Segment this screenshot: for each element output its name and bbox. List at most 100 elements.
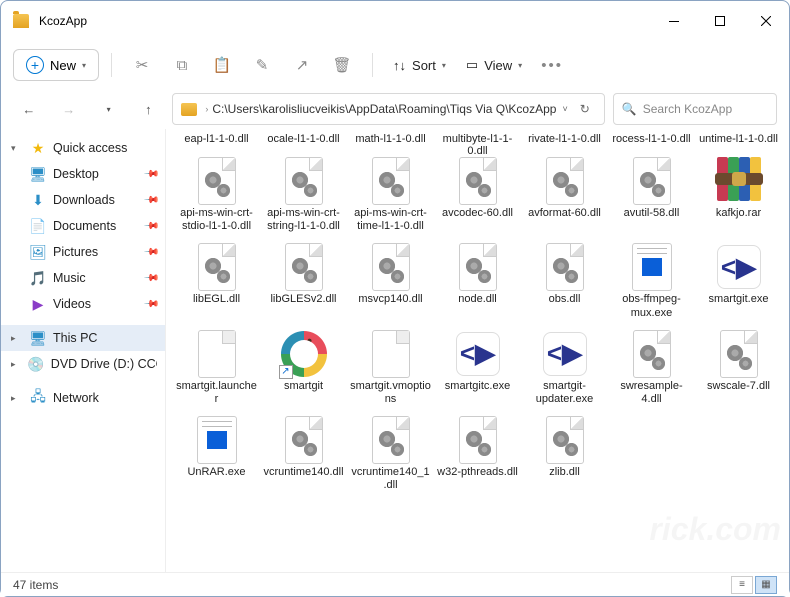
window-title: KcozApp: [39, 14, 87, 28]
minimize-button[interactable]: [651, 1, 697, 41]
sidebar-item-desktop[interactable]: 🖥 Desktop 📌: [1, 161, 165, 187]
desktop-icon: 🖥: [29, 166, 47, 183]
file-item[interactable]: obs.dll: [522, 239, 607, 321]
file-item[interactable]: avcodec-60.dll: [435, 153, 520, 235]
file-icon: [711, 155, 767, 207]
file-icon: [189, 241, 245, 293]
search-input[interactable]: 🔍 Search KcozApp: [613, 93, 777, 125]
sidebar-item-videos[interactable]: ▶ Videos 📌: [1, 291, 165, 317]
file-icon: [624, 155, 680, 207]
file-icon: [450, 241, 506, 293]
details-view-button[interactable]: ≡: [731, 576, 753, 594]
file-item[interactable]: api-ms-win-crt-time-l1-1-0.dll: [348, 153, 433, 235]
maximize-button[interactable]: [697, 1, 743, 41]
file-item[interactable]: msvcp140.dll: [348, 239, 433, 321]
sidebar-item-label: Music: [53, 271, 86, 285]
sort-button[interactable]: ↑↓ Sort ▾: [385, 52, 454, 79]
file-item[interactable]: api-ms-win-crt-string-l1-1-0.dll: [261, 153, 346, 235]
file-icon: [276, 414, 332, 466]
file-item[interactable]: UnRAR.exe: [174, 412, 259, 494]
sidebar-item-documents[interactable]: 📄 Documents 📌: [1, 213, 165, 239]
sidebar-item-music[interactable]: 🎵 Music 📌: [1, 265, 165, 291]
file-label: smartgit-updater.exe: [524, 380, 605, 406]
view-button[interactable]: ▭ View ▾: [458, 51, 530, 79]
file-pane[interactable]: eap-l1-1-0.dllocale-l1-1-0.dllmath-l1-1-…: [166, 129, 789, 576]
file-item[interactable]: smartgit.launcher: [174, 326, 259, 408]
file-item[interactable]: <▶smartgitc.exe: [435, 326, 520, 408]
file-item[interactable]: <▶smartgit.exe: [696, 239, 781, 321]
file-item[interactable]: obs-ffmpeg-mux.exe: [609, 239, 694, 321]
sidebar-item-pictures[interactable]: 🖼 Pictures 📌: [1, 239, 165, 265]
file-item[interactable]: smartgit.vmoptions: [348, 326, 433, 408]
file-label: UnRAR.exe: [187, 466, 245, 479]
cut-icon[interactable]: ✂: [124, 47, 160, 83]
paste-icon[interactable]: 📋: [204, 47, 240, 83]
sidebar-dvd[interactable]: ▸ 💿 DVD Drive (D:) CCCC: [1, 351, 165, 377]
folder-icon: [181, 103, 197, 116]
back-button[interactable]: ←: [13, 93, 45, 125]
view-label: View: [484, 58, 512, 73]
plus-icon: +: [26, 56, 44, 74]
close-button[interactable]: [743, 1, 789, 41]
titlebar: KcozApp: [1, 1, 789, 41]
file-icon: [276, 155, 332, 207]
pin-icon: 📌: [142, 244, 159, 261]
file-label: smartgit.vmoptions: [350, 380, 431, 406]
chevron-right-icon: ▸: [11, 359, 21, 370]
pc-icon: 🖥: [29, 330, 47, 347]
file-item[interactable]: vcruntime140_1.dll: [348, 412, 433, 494]
file-item[interactable]: ↗smartgit: [261, 326, 346, 408]
chevron-down-icon[interactable]: ˅: [556, 104, 573, 114]
statusbar: 47 items ≡ ▦: [1, 572, 789, 596]
file-item[interactable]: kafkjo.rar: [696, 153, 781, 235]
address-bar[interactable]: › C:\Users\karolisliucveikis\AppData\Roa…: [172, 93, 604, 125]
sidebar-item-downloads[interactable]: ⬇ Downloads 📌: [1, 187, 165, 213]
delete-icon[interactable]: 🗑: [324, 47, 360, 83]
search-icon: 🔍: [622, 102, 637, 116]
share-icon[interactable]: ↗: [284, 47, 320, 83]
up-button[interactable]: ↑: [132, 93, 164, 125]
watermark: rick.com: [649, 511, 781, 548]
file-icon: <▶: [711, 241, 767, 293]
file-item[interactable]: api-ms-win-crt-stdio-l1-1-0.dll: [174, 153, 259, 235]
search-placeholder: Search KcozApp: [643, 102, 732, 116]
sidebar-quick-access[interactable]: ▾ ★ Quick access: [1, 135, 165, 161]
recent-button[interactable]: ▾: [93, 93, 125, 125]
sidebar-network[interactable]: ▸ 🖧 Network: [1, 385, 165, 411]
new-label: New: [50, 58, 76, 73]
file-item[interactable]: node.dll: [435, 239, 520, 321]
file-item[interactable]: w32-pthreads.dll: [435, 412, 520, 494]
file-item[interactable]: <▶smartgit-updater.exe: [522, 326, 607, 408]
file-label: msvcp140.dll: [358, 293, 422, 306]
file-item[interactable]: avutil-58.dll: [609, 153, 694, 235]
file-item[interactable]: libEGL.dll: [174, 239, 259, 321]
file-label: avcodec-60.dll: [442, 207, 513, 220]
file-label: vcruntime140_1.dll: [350, 466, 431, 492]
file-icon: [363, 241, 419, 293]
file-item[interactable]: vcruntime140.dll: [261, 412, 346, 494]
file-item[interactable]: libGLESv2.dll: [261, 239, 346, 321]
sidebar-this-pc[interactable]: ▸ 🖥 This PC: [1, 325, 165, 351]
copy-icon[interactable]: ⧉: [164, 47, 200, 83]
pin-icon: 📌: [142, 270, 159, 287]
new-button[interactable]: + New ▾: [13, 49, 99, 81]
chevron-down-icon: ▾: [442, 61, 446, 70]
address-path: C:\Users\karolisliucveikis\AppData\Roami…: [212, 102, 556, 116]
file-item[interactable]: zlib.dll: [522, 412, 607, 494]
sidebar-item-label: Pictures: [53, 245, 98, 259]
file-item[interactable]: swresample-4.dll: [609, 326, 694, 408]
file-item[interactable]: avformat-60.dll: [522, 153, 607, 235]
file-icon: [450, 155, 506, 207]
more-icon[interactable]: •••: [534, 47, 570, 83]
file-label: api-ms-win-crt-stdio-l1-1-0.dll: [176, 207, 257, 233]
forward-button[interactable]: →: [53, 93, 85, 125]
file-icon: ↗: [276, 328, 332, 380]
rename-icon[interactable]: ✎: [244, 47, 280, 83]
icons-view-button[interactable]: ▦: [755, 576, 777, 594]
file-icon: [189, 155, 245, 207]
file-item[interactable]: swscale-7.dll: [696, 326, 781, 408]
star-icon: ★: [29, 140, 47, 157]
file-label: smartgit.exe: [709, 293, 769, 306]
refresh-icon[interactable]: ↻: [574, 102, 596, 116]
file-icon: [537, 241, 593, 293]
